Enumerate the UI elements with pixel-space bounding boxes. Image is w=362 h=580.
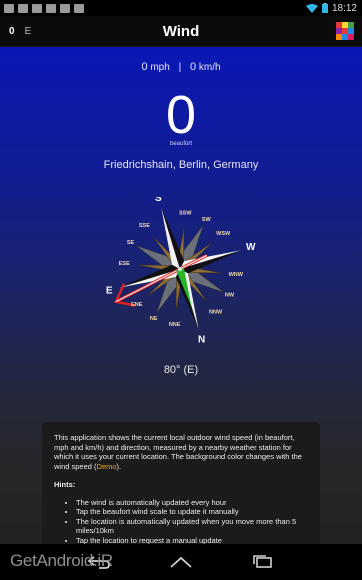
wind-main-panel: 0 mph | 0 km/h 0 beaufort Friedrichshain… (0, 47, 362, 557)
speed-separator: | (178, 62, 182, 73)
wifi-icon (305, 3, 318, 13)
video-notification-icon (32, 3, 42, 13)
direction-degrees: 80° (E) (163, 364, 199, 376)
status-bar: 18:12 (0, 0, 362, 16)
beaufort-short: 0 (9, 25, 15, 37)
home-icon (170, 556, 192, 568)
hint-item: Tap the beaufort wind scale to update it… (76, 507, 308, 517)
compass-label-nne: NNE (169, 322, 181, 328)
watermark-text: GetAndroid.iR (10, 551, 113, 570)
demo-link[interactable]: Demo (97, 462, 117, 471)
info-description-end: ). (116, 461, 122, 471)
image-notification-icon (18, 3, 28, 13)
recent-apps-button[interactable] (250, 554, 276, 570)
play-notification-icon (60, 3, 70, 13)
notification-icons (4, 3, 84, 13)
compass-label-wsw: WSW (216, 231, 231, 237)
compass-label-ne: NE (150, 316, 158, 322)
info-box: This application shows the current local… (42, 422, 320, 557)
compass-label-n: N (198, 334, 205, 345)
compass-label-ssw: SSW (179, 211, 192, 217)
hints-list: The wind is automatically updated every … (54, 498, 308, 546)
hint-item: The wind is automatically updated every … (76, 498, 308, 508)
compass-label-nnw: NNW (209, 310, 223, 316)
compass-label-ene: ENE (131, 302, 143, 308)
compass-label-wnw: WNW (229, 272, 244, 278)
beaufort-unit-label: beaufort (169, 141, 193, 147)
compass-label-e: E (106, 285, 113, 296)
compass-label-sw: SW (202, 217, 212, 223)
direction-short: E (24, 25, 32, 37)
beaufort-scale-value[interactable]: 0 (0, 85, 362, 145)
battery-icon (321, 3, 328, 13)
app-title: Wind (162, 22, 200, 40)
recent-apps-icon (253, 555, 272, 568)
compass-label-se: SE (127, 240, 135, 246)
info-description-text: This application shows the current local… (54, 433, 302, 471)
notification-icon (4, 3, 14, 13)
compass-label-ese: ESE (119, 261, 130, 267)
compass-label-nw: NW (225, 293, 235, 299)
kmh-value: 0 (189, 61, 197, 73)
compass-rose: N NNE NE ENE E ESE SE SSE S SSW SW WSW W WNW NW NNW (106, 197, 256, 345)
compass-label-w: W (246, 242, 256, 253)
compass-label-s: S (155, 197, 162, 204)
mph-value: 0 (141, 61, 148, 73)
status-time: 18:12 (331, 2, 357, 14)
play-notification-icon (46, 3, 56, 13)
menu-grid-icon[interactable] (336, 22, 354, 40)
compass-label-sse: SSE (139, 223, 150, 229)
compass-hub (177, 266, 183, 272)
mph-unit: mph (150, 62, 170, 73)
location-label[interactable]: Friedrichshain, Berlin, Germany (0, 159, 362, 171)
speed-readout: 0 mph | 0 km/h (0, 61, 362, 73)
action-bar-summary: 0 E (9, 26, 31, 37)
bag-notification-icon (74, 3, 84, 13)
hint-item: The location is automatically updated wh… (76, 517, 308, 536)
hints-title: Hints: (54, 480, 76, 489)
home-button[interactable] (168, 554, 194, 570)
info-description: This application shows the current local… (54, 433, 308, 471)
kmh-unit: km/h (198, 62, 221, 73)
action-bar: 0 E Wind (0, 16, 362, 47)
